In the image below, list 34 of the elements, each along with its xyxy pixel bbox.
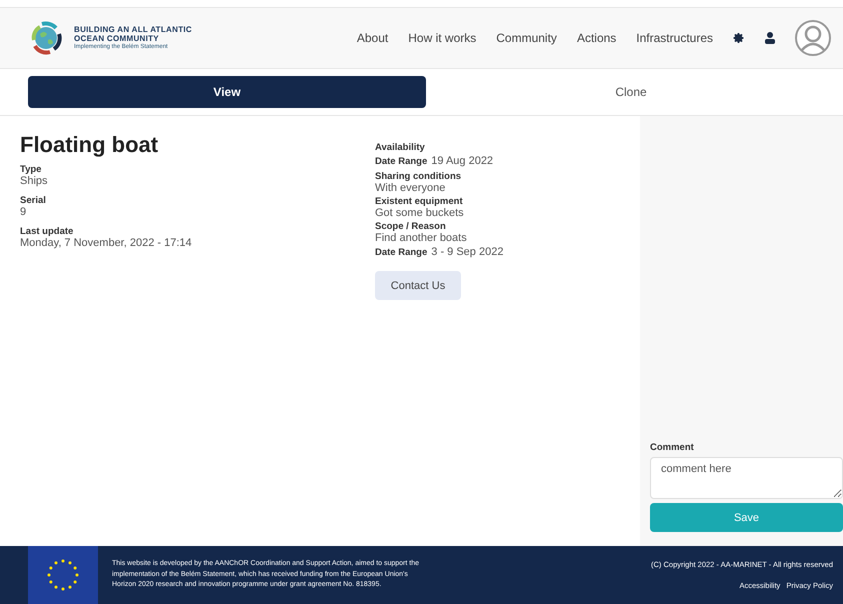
field-value: 19 Aug 2022 bbox=[431, 155, 494, 167]
field-value: Got some buckets bbox=[375, 207, 465, 219]
nav-link[interactable]: About bbox=[356, 31, 388, 45]
page-tab[interactable]: View bbox=[28, 76, 426, 108]
logo-title: BUILDING AN ALL ATLANTIC bbox=[74, 24, 192, 34]
nav-link[interactable]: Community bbox=[496, 31, 557, 45]
field-label: Type bbox=[20, 164, 42, 175]
nav-link[interactable]: Infrastructures bbox=[636, 31, 713, 45]
field-value: With everyone bbox=[375, 182, 446, 194]
field-value: Ships bbox=[20, 175, 49, 187]
nav-link[interactable]: How it works bbox=[408, 31, 476, 45]
field-label: Serial bbox=[20, 195, 47, 206]
comment-field[interactable]: comment here bbox=[650, 457, 843, 499]
section-heading: Availability bbox=[375, 142, 426, 153]
field-value: 3 - 9 Sep 2022 bbox=[431, 246, 504, 258]
avatar-icon[interactable] bbox=[795, 20, 831, 56]
field-value: Monday, 7 November, 2022 - 17:14 bbox=[20, 237, 193, 249]
field-label: Existent equipment bbox=[375, 196, 464, 207]
comment-label: Comment bbox=[650, 442, 695, 453]
field-label: Scope / Reason bbox=[375, 221, 447, 232]
field-label: Date Range bbox=[375, 247, 428, 258]
page-tab[interactable]: Clone bbox=[426, 76, 836, 108]
field-value: Find another boats bbox=[375, 232, 468, 244]
nav-link[interactable]: Actions bbox=[576, 31, 616, 45]
user-icon[interactable] bbox=[765, 32, 775, 44]
eu-flag-icon bbox=[28, 546, 98, 604]
settings-icon[interactable] bbox=[733, 32, 745, 44]
field-label: Last update bbox=[20, 226, 74, 237]
item-title: Floating boat bbox=[20, 132, 160, 158]
field-label: Date Range bbox=[375, 156, 428, 167]
field-label: Sharing conditions bbox=[375, 171, 462, 182]
logo-title: OCEAN COMMUNITY bbox=[74, 34, 160, 42]
field-value: 9 bbox=[20, 206, 28, 218]
contact-button[interactable]: Contact Us bbox=[375, 271, 461, 300]
